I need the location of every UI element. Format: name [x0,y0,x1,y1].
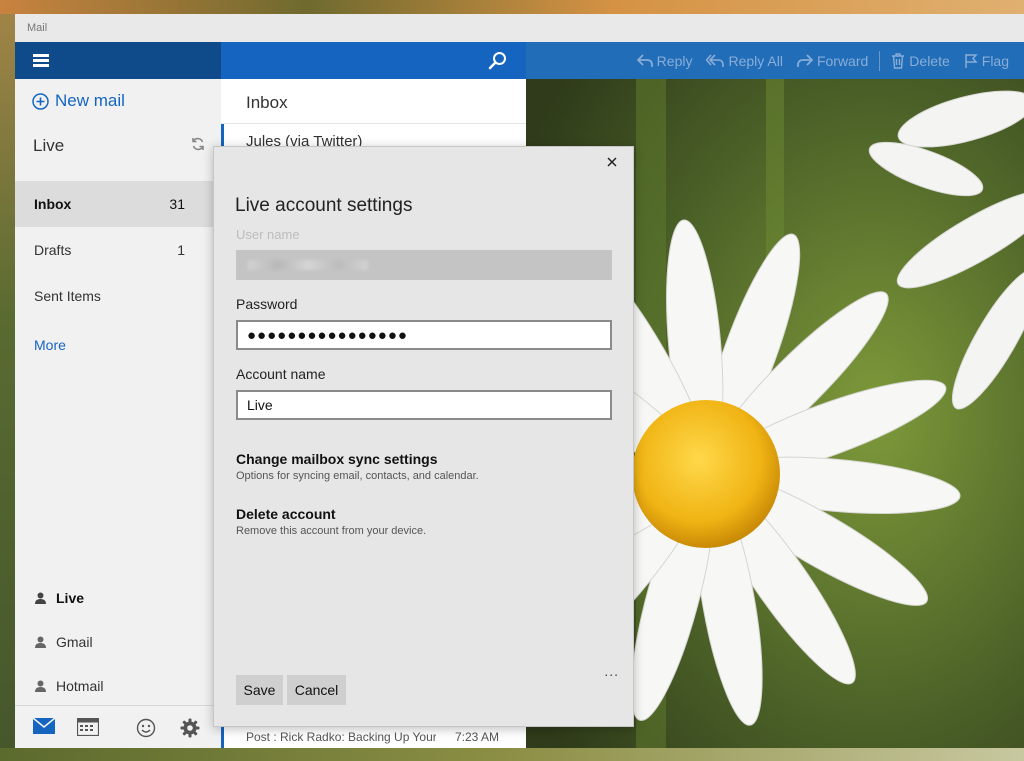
folder-sent-items[interactable]: Sent Items [15,273,221,319]
window-titlebar: Mail [15,14,1024,42]
plus-circle-icon [32,93,49,110]
forward-icon [797,54,813,68]
sync-settings-link[interactable]: Change mailbox sync settings [236,451,438,467]
folder-drafts[interactable]: Drafts 1 [15,227,221,273]
reply-all-button[interactable]: Reply All [699,53,789,69]
account-name-value: Live [247,397,273,413]
search-icon[interactable] [488,51,508,71]
gear-icon[interactable] [180,718,200,738]
save-button[interactable]: Save [236,675,283,705]
command-separator [879,51,880,71]
account-gmail[interactable]: Gmail [35,634,93,650]
delete-account-description: Remove this account from your device. [236,525,426,537]
folder-count: 1 [177,242,185,258]
folder-inbox[interactable]: Inbox 31 [15,181,221,227]
flag-button[interactable]: Flag [957,53,1016,69]
reply-all-icon [706,54,724,68]
message-list-title: Inbox [246,93,288,113]
folder-label: Inbox [34,196,71,212]
account-hotmail[interactable]: Hotmail [35,678,103,694]
password-value: ●●●●●●●●●●●●●●●● [247,327,408,344]
app-switcher-bar [15,705,221,748]
close-icon[interactable] [605,155,619,169]
command-bar: Reply Reply All Forward Delete Flag [526,42,1024,79]
blurred-username [248,260,368,270]
sync-settings-description: Options for syncing email, contacts, and… [236,470,479,482]
username-label: User name [236,227,300,242]
delete-button[interactable]: Delete [884,53,956,69]
flag-icon [964,53,978,69]
desktop-background-bottom [0,748,1024,761]
account-header: Live [33,136,64,156]
message-list-divider [221,123,526,124]
folder-count: 31 [169,196,185,212]
username-field [236,250,612,280]
password-field[interactable]: ●●●●●●●●●●●●●●●● [236,320,612,350]
person-icon [35,680,46,692]
message-time: 7:23 AM [455,730,499,744]
dialog-title: Live account settings [235,195,412,217]
unread-indicator [221,725,224,748]
cancel-button[interactable]: Cancel [287,675,346,705]
hamburger-menu-icon[interactable] [33,54,49,67]
topbar-search [221,42,526,79]
new-mail-button[interactable]: New mail [32,91,125,111]
delete-account-link[interactable]: Delete account [236,506,336,522]
reply-icon [637,54,653,68]
calendar-icon[interactable] [77,718,99,736]
trash-icon [891,53,905,69]
forward-button[interactable]: Forward [790,53,875,69]
more-folders-link[interactable]: More [34,337,66,353]
window-title: Mail [27,22,47,34]
sync-icon[interactable] [191,137,205,151]
account-name-field[interactable]: Live [236,390,612,420]
message-preview[interactable]: Post : Rick Radko: Backing Up Your W [246,730,436,744]
person-icon [35,636,46,648]
account-name-label: Account name [236,366,326,382]
person-icon [35,592,46,604]
reply-button[interactable]: Reply [630,53,700,69]
desktop-background-top [0,0,1024,14]
smiley-icon[interactable] [136,718,156,738]
mail-icon[interactable] [33,718,55,734]
folder-sidebar: New mail Live Inbox 31 Drafts 1 Sent Ite… [15,79,221,748]
folder-label: Drafts [34,242,71,258]
more-options-icon[interactable]: ... [604,663,619,679]
account-live[interactable]: Live [35,590,84,606]
folder-label: Sent Items [34,288,101,304]
password-label: Password [236,296,297,312]
topbar-nav [15,42,221,79]
account-settings-dialog: Live account settings User name Password… [213,146,634,727]
desktop-background-left [0,14,15,761]
